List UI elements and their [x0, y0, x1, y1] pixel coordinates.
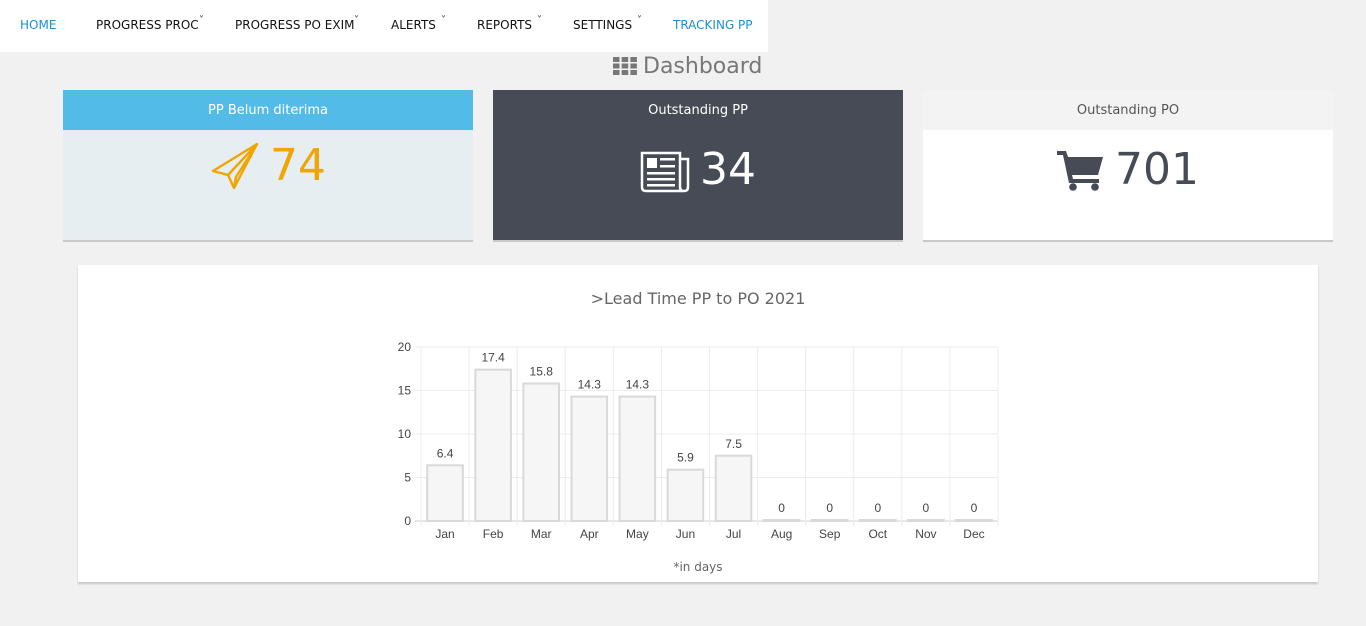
nav-alerts[interactable]: ALERTS ˅	[391, 15, 446, 32]
data-label: 0	[971, 501, 978, 515]
x-tick-label: Jun	[676, 527, 695, 541]
bar	[762, 519, 801, 522]
bar	[907, 519, 945, 522]
x-tick-label: May	[626, 527, 649, 541]
paper-plane-icon	[211, 142, 259, 190]
data-label: 0	[923, 501, 930, 515]
card-title: Outstanding PO	[923, 90, 1333, 130]
bar	[955, 519, 993, 522]
x-tick-label: Sep	[819, 527, 841, 541]
newspaper-icon	[640, 151, 690, 193]
bar	[522, 382, 560, 523]
data-label: 14.3	[626, 378, 650, 392]
bar	[570, 395, 609, 522]
nav-alerts-label: ALERTS	[391, 18, 436, 32]
data-label: 6.4	[437, 446, 454, 460]
bar	[426, 464, 464, 523]
nav-settings[interactable]: SETTINGS ˅	[573, 15, 642, 32]
chevron-down-icon: ˅	[537, 15, 542, 26]
bar	[474, 368, 512, 523]
bar	[714, 454, 753, 522]
chevron-down-icon: ˅	[354, 15, 359, 26]
nav-progress-po-exim-label: PROGRESS PO EXIM	[235, 18, 355, 32]
bar	[618, 395, 657, 522]
nav-settings-label: SETTINGS	[573, 18, 633, 32]
x-tick-label: Aug	[771, 527, 792, 541]
data-label: 0	[874, 501, 881, 515]
x-tick-label: Jul	[726, 527, 741, 541]
x-tick-label: Jan	[435, 527, 454, 541]
data-label: 17.4	[481, 351, 505, 365]
data-label: 7.5	[725, 437, 742, 451]
x-tick-label: Oct	[868, 527, 887, 541]
data-label: 14.3	[578, 378, 602, 392]
shopping-cart-icon	[1057, 151, 1103, 191]
chevron-down-icon: ˅	[637, 15, 642, 26]
page-title: Dashboard	[613, 52, 762, 80]
bar-chart: 0 5 10 15 20 6.4 Jan 17.4 Feb 15.8 Mar 14.3 Apr 14.3 M…	[398, 340, 999, 541]
data-label: 5.9	[677, 451, 694, 465]
nav-progress-po-exim[interactable]: PROGRESS PO EXIM ˅	[235, 15, 359, 32]
card-outstanding-po[interactable]: Outstanding PO 701	[923, 90, 1333, 242]
chevron-down-icon: ˅	[199, 15, 204, 26]
card-value: 74	[270, 140, 326, 191]
x-tick-label: Apr	[580, 527, 599, 541]
nav-reports-label: REPORTS	[477, 18, 533, 32]
x-tick-label: Mar	[531, 527, 552, 541]
data-label: 0	[778, 501, 785, 515]
nav-progress-proc-label: PROGRESS PROC	[96, 18, 199, 32]
chart-note: *in days	[673, 560, 723, 574]
y-tick-label: 5	[404, 471, 411, 485]
bar	[859, 519, 897, 522]
x-tick-label: Dec	[963, 527, 984, 541]
nav-home[interactable]: HOME	[20, 18, 56, 32]
card-value: 701	[1115, 144, 1199, 195]
card-title: PP Belum diterima	[63, 90, 473, 130]
y-tick-label: 10	[398, 427, 412, 441]
data-label: 15.8	[530, 365, 554, 379]
chevron-down-icon: ˅	[441, 15, 446, 26]
top-navbar: HOME PROGRESS PROC ˅ PROGRESS PO EXIM ˅ AL…	[0, 0, 768, 52]
x-tick-label: Feb	[483, 527, 504, 541]
card-title: Outstanding PP	[648, 102, 748, 118]
y-tick-label: 15	[398, 384, 412, 398]
data-label: 0	[826, 501, 833, 515]
card-value: 34	[700, 144, 756, 195]
nav-reports[interactable]: REPORTS ˅	[477, 15, 542, 32]
page-title-text: Dashboard	[643, 53, 763, 79]
card-outstanding-pp[interactable]: Outstanding PP 34	[493, 90, 903, 242]
card-pp-belum-diterima[interactable]: PP Belum diterima 74	[63, 90, 473, 242]
grid-icon	[613, 57, 637, 75]
bar	[810, 519, 849, 522]
y-tick-label: 20	[398, 340, 412, 354]
lead-time-chart-panel: >Lead Time PP to PO 2021 0 5 10 15 20 6.4 Jan 1…	[78, 265, 1318, 582]
y-tick-label: 0	[404, 514, 411, 528]
x-tick-label: Nov	[915, 527, 936, 541]
nav-tracking-pp[interactable]: TRACKING PP	[673, 18, 753, 32]
bar	[666, 468, 705, 522]
nav-progress-proc[interactable]: PROGRESS PROC ˅	[96, 15, 204, 32]
